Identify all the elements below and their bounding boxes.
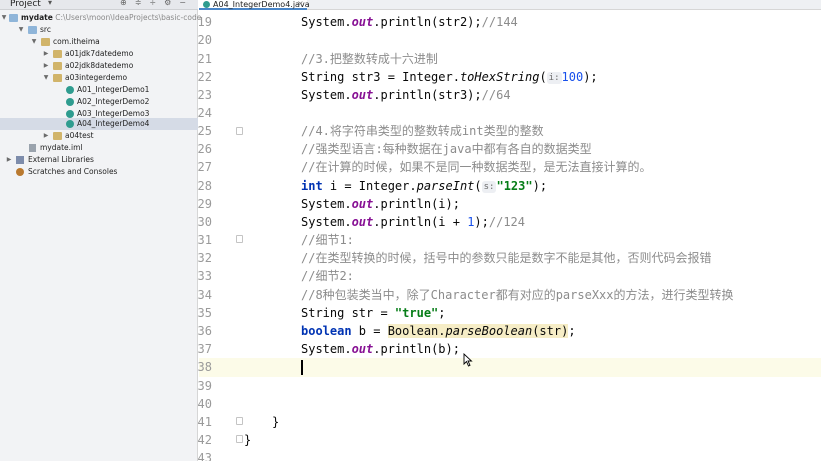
line-number: 43 [197,451,212,461]
line-number: 30 [197,215,212,229]
line-number: 20 [197,33,212,47]
code-line-27: //在计算的时候，如果不是同一种数据类型，是无法直接计算的。 [301,160,652,174]
editor-tab-active[interactable]: A04_IntegerDemo4.java × [199,0,310,10]
code-line-23: System.out.println(str3);//64 [301,88,511,102]
current-line-highlight [199,358,821,377]
line-number: 34 [197,288,212,302]
line-number: 32 [197,251,212,265]
code-line-29: System.out.println(i); [301,197,460,211]
code-line-33: //细节2: [301,269,354,283]
line-number: 23 [197,88,212,102]
line-number: 36 [197,324,212,338]
line-number: 19 [197,15,212,29]
line-number: 26 [197,142,212,156]
mouse-pointer-icon [463,353,473,367]
code-line-22: String str3 = Integer.toHexString(i: 100)… [301,70,598,84]
line-number: 42 [197,433,212,447]
fold-marker-icon[interactable] [236,417,243,425]
line-number: 37 [197,342,212,356]
line-number: 40 [197,397,212,411]
target-icon[interactable]: ⊕ [120,0,127,8]
line-number: 31 [197,233,212,247]
code-line-34: //8种包装类当中，除了Character都有对应的parseXxx的方法，进行… [301,288,734,302]
gear-icon[interactable]: ⚙ [164,0,171,8]
code-line-19: System.out.println(str2);//144 [301,15,518,29]
java-class-icon [203,1,210,8]
code-line-28: int i = Integer.parseInt(s: "123"); [301,179,548,193]
line-number: 35 [197,306,212,320]
text-caret [301,360,303,375]
code-line-37: System.out.println(b); [301,342,460,356]
fold-marker-icon[interactable] [236,127,243,135]
line-number: 22 [197,70,212,84]
line-number: 39 [197,379,212,393]
line-number: 27 [197,160,212,174]
code-line-25: //4.将字符串类型的整数转成int类型的整数 [301,124,544,138]
code-line-41: } [272,415,280,429]
project-panel-header: Project ▾ ⊕ ≑ ÷ ⚙ − [0,0,198,10]
code-line-31: //细节1: [301,233,354,247]
line-number: 21 [197,52,212,66]
fold-marker-icon[interactable] [236,435,243,443]
fold-marker-icon[interactable] [236,235,243,243]
code-line-42: } [244,433,252,447]
parameter-hint: i: [546,72,562,84]
code-line-21: //3.把整数转成十六进制 [301,52,438,66]
parameter-hint: s: [481,181,497,193]
code-line-30: System.out.println(i + 1);//124 [301,215,525,229]
line-number: 24 [197,106,212,120]
close-icon[interactable]: × [297,0,304,8]
line-number: 25 [197,124,212,138]
line-number: 38 [197,360,212,374]
line-number: 29 [197,197,212,211]
line-number: 28 [197,179,212,193]
line-number: 41 [197,415,212,429]
code-line-35: String str = "true"; [301,306,446,320]
project-panel-title[interactable]: Project [10,0,41,9]
line-number: 33 [197,269,212,283]
chevron-down-icon[interactable]: ▾ [48,0,52,8]
code-line-32: //在类型转换的时候，括号中的参数只能是数字不能是其他，否则代码会报错 [301,251,712,265]
hide-icon[interactable]: − [179,0,186,8]
tab-label: A04_IntegerDemo4.java [213,0,310,9]
collapse-all-icon[interactable]: ≑ [135,0,142,8]
code-line-26: //强类型语言:每种数据在java中都有各自的数据类型 [301,142,592,156]
editor-tab-bar: A04_IntegerDemo4.java × [199,0,821,10]
expand-all-icon[interactable]: ÷ [149,0,156,8]
code-line-36: boolean b = Boolean.parseBoolean(str); [301,324,576,338]
